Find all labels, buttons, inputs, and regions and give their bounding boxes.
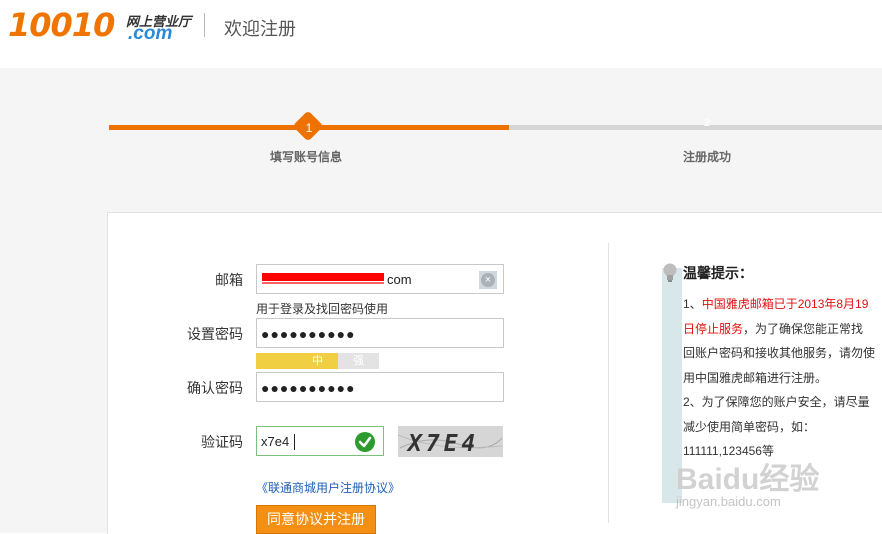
email-hint: 用于登录及找回密码使用 [256,302,389,316]
page-title: 欢迎注册 [224,19,296,39]
email-label: 邮箱 [215,272,243,288]
password-strength-meter: 中 强 [256,353,379,369]
check-icon [355,432,375,452]
confirm-password-input-value: ●●●●●●●●●● [261,380,356,396]
clear-x-icon: × [481,273,495,287]
header-divider [204,13,205,37]
tip-2-text: 2、为了保障您的账户安全，请尽量减少使用简单密码，如： [683,395,870,434]
baidu-watermark: Baidu经验 [676,463,820,496]
email-input-value: com [387,272,412,287]
strength-weak-segment [256,353,297,369]
captcha-image[interactable]: X7E4 [398,426,503,457]
step-2-number: 2 [704,117,711,129]
confirm-password-label: 确认密码 [187,380,243,396]
confirm-password-input[interactable]: ●●●●●●●●●● [256,372,504,402]
password-input-value: ●●●●●●●●●● [261,326,356,342]
captcha-input-value: x7e4 [261,434,290,449]
email-clear-button[interactable]: × [479,271,497,289]
site-header: 10010 网上营业厅 .com 欢迎注册 [0,0,882,68]
step-1-number: 1 [305,121,313,135]
card-divider [608,243,609,523]
tips-title: 温馨提示： [683,265,753,281]
step-1-label: 填写账号信息 [270,150,343,164]
captcha-image-text: X7E4 [406,431,479,457]
agree-register-button[interactable]: 同意协议并注册 [256,505,376,534]
lightbulb-icon [662,262,678,284]
strength-medium-segment: 中 [297,353,338,369]
password-input[interactable]: ●●●●●●●●●● [256,318,504,348]
step-2-label: 注册成功 [683,150,732,164]
email-redaction-underline [262,282,384,284]
email-redaction-mark [262,273,384,281]
step-1-marker: 1 [292,110,324,142]
tips-content: 1、中国雅虎邮箱已于2013年8月19日停止服务，为了确保您能正常找回账户密码和… [683,292,875,464]
captcha-label: 验证码 [201,434,243,450]
tip-1-prefix: 1、 [683,297,702,311]
text-cursor [294,434,295,450]
password-label: 设置密码 [187,326,243,342]
logo-number: 10010 [8,6,115,44]
watermark-url: jingyan.baidu.com [676,494,781,509]
agreement-link[interactable]: 《联通商城用户注册协议》 [256,479,400,496]
strength-strong-segment: 强 [338,353,379,369]
logo-domain: .com [128,23,173,44]
captcha-input[interactable]: x7e4 [256,426,384,456]
email-input[interactable]: com × [256,264,504,294]
